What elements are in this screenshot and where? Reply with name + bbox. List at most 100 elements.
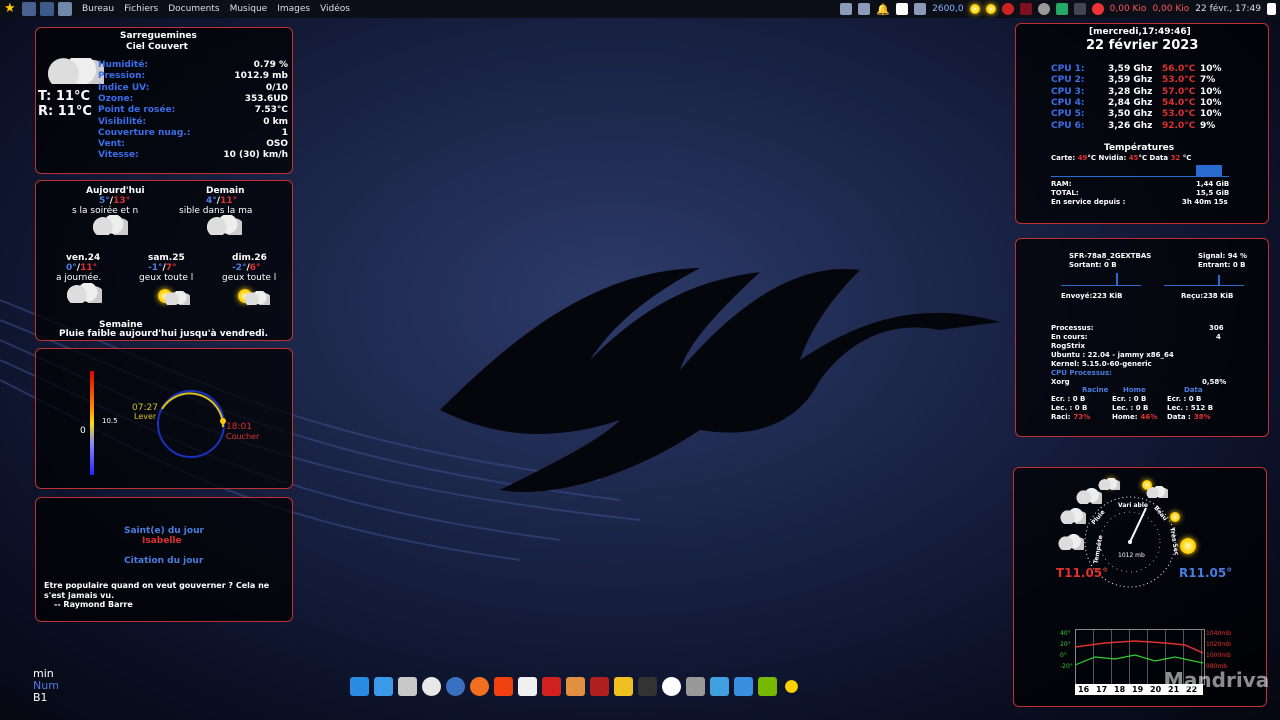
cloud-icon bbox=[244, 291, 270, 305]
day2-min: -1° bbox=[148, 263, 163, 273]
desktop-show-icon[interactable] bbox=[374, 677, 393, 696]
pressure-axis-label: 1000mb bbox=[1206, 652, 1231, 659]
cpu-label: CPU 4: bbox=[1051, 97, 1085, 108]
brave-icon[interactable] bbox=[494, 677, 513, 696]
tomorrow-min: 4° bbox=[206, 196, 217, 206]
archive-icon[interactable] bbox=[566, 677, 585, 696]
cloud-icon bbox=[1146, 486, 1168, 498]
day1-max: 11° bbox=[80, 263, 98, 273]
data-temp: 32 bbox=[1170, 154, 1181, 162]
download-icon[interactable] bbox=[734, 677, 753, 696]
weather-row-label: Humidité: bbox=[98, 60, 148, 70]
data-label: Data bbox=[1149, 154, 1169, 162]
weather-row-label: Visibilité: bbox=[98, 116, 147, 127]
cpu-temp: 56.0°C bbox=[1162, 64, 1196, 74]
sunset-label: Coucher bbox=[226, 432, 260, 441]
deg: °C bbox=[1138, 154, 1148, 162]
cpu-temp: 57.0°C bbox=[1162, 86, 1196, 97]
firefox-icon[interactable] bbox=[470, 677, 489, 696]
top-proc-value: 0,58% bbox=[1202, 378, 1227, 386]
weekday-time: [mercredi,17:49:46] bbox=[1089, 27, 1191, 37]
sunrise-label: Lever bbox=[134, 412, 157, 421]
uptime-label: En service depuis : bbox=[1051, 198, 1126, 206]
red-app-icon[interactable] bbox=[542, 677, 561, 696]
day3-desc: geux toute l bbox=[222, 273, 277, 283]
sent-total: Envoyé:223 KiB bbox=[1061, 292, 1123, 300]
weather-row-label: Indice UV: bbox=[98, 82, 150, 93]
home-folder-icon[interactable] bbox=[398, 677, 417, 696]
disk-usage-label: Home: bbox=[1112, 413, 1138, 421]
cpu-load: 10% bbox=[1200, 64, 1222, 74]
in-rate: Entrant: 0 B bbox=[1198, 261, 1246, 269]
cpu-freq: 3,28 Ghz bbox=[1108, 86, 1153, 97]
dial-label-variable: Vari able bbox=[1118, 502, 1148, 509]
quote-author: -- Raymond Barre bbox=[54, 600, 133, 609]
cpu-temp: 53.0°C bbox=[1162, 109, 1196, 120]
carte-temp: 49 bbox=[1077, 154, 1088, 162]
temp-axis-label: 0° bbox=[1060, 652, 1067, 659]
barometer-dial bbox=[1084, 496, 1176, 588]
thunderbird-icon[interactable] bbox=[446, 677, 465, 696]
week-text: Pluie faible aujourd'hui jusqu'à vendred… bbox=[59, 329, 269, 339]
disk-usage-label: Data : bbox=[1167, 413, 1191, 421]
weather-row-value: 0/10 bbox=[265, 82, 288, 93]
lock-b1: B1 bbox=[33, 691, 48, 704]
running-value: 4 bbox=[1216, 333, 1221, 341]
pressure-value: 1012 mb bbox=[1118, 552, 1145, 559]
day-axis-label: 16 bbox=[1078, 685, 1090, 694]
cards-game-icon[interactable] bbox=[518, 677, 537, 696]
cpu-freq: 3,50 Ghz bbox=[1108, 109, 1153, 120]
cpu-load: 7% bbox=[1200, 75, 1216, 86]
rain-icon bbox=[1076, 488, 1102, 504]
cpu-freq: 3,26 Ghz bbox=[1108, 120, 1153, 131]
sun-icon bbox=[1180, 538, 1196, 554]
cloud-icon bbox=[1098, 478, 1120, 490]
cpu-freq: 2,84 Ghz bbox=[1108, 97, 1153, 108]
down-graph-spike bbox=[1218, 275, 1220, 285]
day3-min: -2° bbox=[232, 263, 247, 273]
vivaldi-icon[interactable] bbox=[422, 677, 441, 696]
disk-usage-value: 38% bbox=[1193, 413, 1211, 421]
weather-dock-icon[interactable] bbox=[782, 677, 801, 696]
m-app-icon[interactable] bbox=[614, 677, 633, 696]
cpu-load: 10% bbox=[1200, 97, 1222, 108]
disk-usage-label: Raci: bbox=[1051, 413, 1071, 421]
scanner-icon[interactable] bbox=[686, 677, 705, 696]
weather-row-value: 10 (30) km/h bbox=[223, 150, 288, 161]
day1-min: 0° bbox=[66, 263, 77, 273]
temp-axis-label: 40° bbox=[1060, 630, 1071, 637]
cpu-temp: 53.0°C bbox=[1162, 75, 1196, 86]
windows-icon[interactable] bbox=[350, 677, 369, 696]
dock bbox=[350, 677, 801, 699]
condition: Ciel Couvert bbox=[126, 42, 188, 52]
day2-desc: geux toute l bbox=[139, 273, 194, 283]
cpu-load: 10% bbox=[1200, 109, 1222, 120]
temp-now: T: 11°C bbox=[38, 89, 91, 104]
game-icon[interactable] bbox=[590, 677, 609, 696]
day-axis-label: 17 bbox=[1096, 685, 1108, 694]
date: 22 février 2023 bbox=[1086, 38, 1199, 53]
cpu-load: 9% bbox=[1200, 120, 1216, 131]
today-min: 5° bbox=[99, 196, 110, 206]
tomorrow-max: 11° bbox=[220, 196, 238, 206]
monitor-app-icon[interactable] bbox=[710, 677, 729, 696]
thermometer bbox=[90, 371, 94, 475]
thermo-zero: 0 bbox=[80, 426, 86, 436]
nvidia-icon[interactable] bbox=[758, 677, 777, 696]
rain-icon bbox=[206, 215, 242, 235]
day-axis-label: 18 bbox=[1114, 685, 1126, 694]
temp-axis-label: -20° bbox=[1060, 663, 1073, 670]
system-panel: [mercredi,17:49:46] 22 février 2023 CPU … bbox=[1015, 23, 1269, 224]
disk-usage-value: 46% bbox=[1140, 413, 1158, 421]
weather-row-label: Vitesse: bbox=[98, 150, 139, 161]
quote-text: Etre populaire quand on veut gouverner ?… bbox=[44, 581, 270, 600]
disk-usage: Raci: 73% bbox=[1051, 412, 1090, 423]
carte-label: Carte: bbox=[1051, 154, 1076, 162]
thermo-value: 10.5 bbox=[102, 417, 118, 425]
weather-now-panel: Sarreguemines Ciel Couvert T: 11°C R: 11… bbox=[35, 27, 293, 174]
a-app-icon[interactable] bbox=[662, 677, 681, 696]
weather-row-label: Point de rosée: bbox=[98, 105, 176, 116]
antenna-icon[interactable] bbox=[638, 677, 657, 696]
weather-row-label: Pression: bbox=[98, 71, 146, 82]
gauge-temp: T11.05° bbox=[1056, 566, 1109, 580]
